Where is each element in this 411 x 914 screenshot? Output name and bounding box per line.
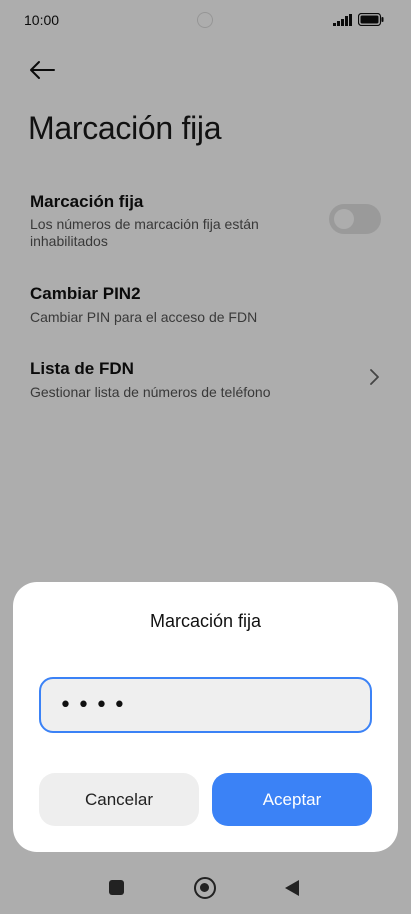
home-dot xyxy=(200,883,209,892)
recents-icon[interactable] xyxy=(109,880,124,895)
cancel-button[interactable]: Cancelar xyxy=(39,773,199,826)
home-icon[interactable] xyxy=(194,877,216,899)
pin-dialog: Marcación fija Cancelar Aceptar xyxy=(13,582,398,852)
dialog-title: Marcación fija xyxy=(149,611,262,631)
navigation-bar xyxy=(0,860,411,914)
screen: 10:00 Marcación fija Marcación fija Los … xyxy=(0,0,411,914)
pin2-input[interactable] xyxy=(39,677,372,733)
accept-button[interactable]: Aceptar xyxy=(212,773,372,826)
back-icon[interactable] xyxy=(284,879,300,897)
